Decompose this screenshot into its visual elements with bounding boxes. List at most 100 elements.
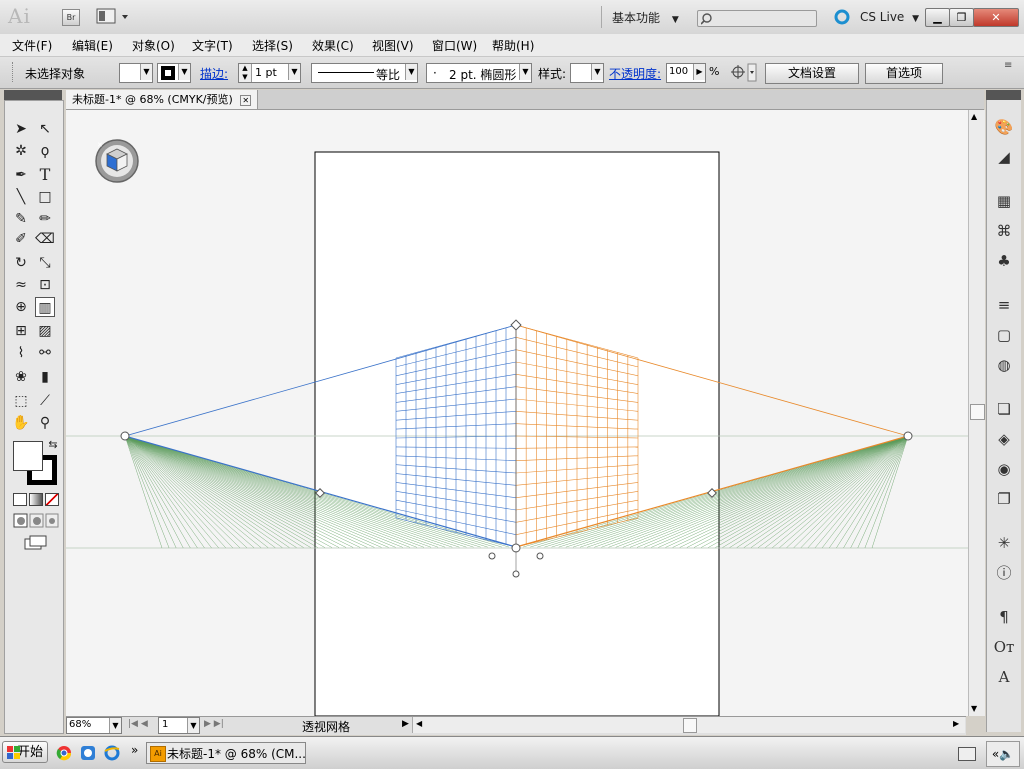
stepper-icon[interactable]: ▲ ▼ (239, 64, 252, 82)
transparency-icon[interactable]: ◍ (993, 354, 1015, 376)
none-mode-button[interactable] (45, 493, 59, 506)
perspective-grid-tool-icon[interactable]: ▥ (35, 297, 55, 317)
media-player-icon[interactable] (80, 745, 96, 761)
graphic-style-swatch[interactable]: ▼ (570, 63, 604, 83)
menu-help[interactable]: 帮助(H) (492, 37, 534, 54)
menu-type[interactable]: 文字(T) (192, 37, 233, 54)
artboard-canvas[interactable]: ✕ (66, 110, 968, 716)
scale-tool-icon[interactable]: ⤡ (35, 253, 55, 273)
pencil-tool-icon[interactable]: ✏ (35, 209, 55, 229)
swap-fill-stroke-icon[interactable]: ⇆ (43, 435, 63, 455)
right-vanishing-point-handle[interactable] (903, 431, 913, 441)
taskbar-window-illustrator[interactable]: Ai 未标题-1* @ 68% (CM... (146, 742, 306, 764)
zoom-tool-icon[interactable]: ⚲ (35, 413, 55, 433)
menu-view[interactable]: 视图(V) (372, 37, 414, 54)
slice-tool-icon[interactable]: ⟋ (35, 391, 55, 411)
gradient-panel-icon[interactable]: ▢ (993, 324, 1015, 346)
plane-switching-widget[interactable]: ✕ (94, 138, 140, 184)
recolor-artwork-button[interactable] (729, 63, 757, 82)
mesh-tool-icon[interactable]: ⊞ (11, 321, 31, 341)
type-tool-icon[interactable]: T (35, 165, 55, 185)
gradient-tool-icon[interactable]: ▨ (35, 321, 55, 341)
scroll-left-icon[interactable]: ◀ (416, 719, 422, 728)
eraser-tool-icon[interactable]: ⌫ (35, 229, 55, 249)
keyboard-tray-icon[interactable] (958, 747, 976, 761)
status-menu-icon[interactable]: ▶ (402, 719, 409, 729)
appearance-icon[interactable]: ❏ (993, 398, 1015, 420)
rotate-tool-icon[interactable]: ↻ (11, 253, 31, 273)
opacity-panel-link[interactable]: 不透明度: (609, 65, 661, 82)
panel-dock-header[interactable] (986, 90, 1021, 100)
artboard-number-input[interactable]: 1 ▼ (158, 717, 200, 734)
scroll-right-icon[interactable]: ▶ (953, 719, 959, 728)
horizontal-grid-plane-control[interactable] (512, 570, 520, 578)
navigator-icon[interactable]: ✳ (993, 532, 1015, 554)
ie-icon[interactable] (104, 745, 120, 761)
bridge-button[interactable]: Br (62, 9, 80, 26)
direct-selection-tool-icon[interactable]: ↖ (35, 119, 55, 139)
artboards-icon[interactable]: ❐ (993, 488, 1015, 510)
paragraph-icon[interactable]: ¶ (993, 606, 1015, 628)
vertical-scrollbar[interactable]: ▲ ▼ (968, 110, 985, 716)
panel-menu-icon[interactable]: ≡ (1004, 60, 1012, 71)
scroll-thumb[interactable] (970, 404, 985, 420)
fill-swatch[interactable]: ▼ (119, 63, 153, 83)
swatches-icon[interactable]: ▦ (993, 190, 1015, 212)
gradient-mode-button[interactable] (29, 493, 43, 506)
paintbrush-tool-icon[interactable]: ✎ (11, 209, 31, 229)
scroll-up-icon[interactable]: ▲ (971, 112, 977, 121)
ground-level-handle[interactable] (511, 543, 521, 553)
symbol-sprayer-tool-icon[interactable]: ❀ (11, 367, 31, 387)
line-tool-icon[interactable]: ╲ (11, 187, 31, 207)
color-mode-button[interactable] (13, 493, 27, 506)
zoom-level-input[interactable]: 68% ▼ (66, 717, 122, 734)
close-tab-icon[interactable]: ✕ (240, 95, 252, 106)
chrome-icon[interactable] (56, 745, 72, 761)
selection-tool-icon[interactable]: ➤ (11, 119, 31, 139)
screen-mode-button[interactable] (23, 535, 49, 551)
start-button[interactable]: 开始 (2, 741, 48, 763)
color-panel-icon[interactable]: 🎨 (993, 116, 1015, 138)
menu-object[interactable]: 对象(O) (132, 37, 175, 54)
graphic-styles-icon[interactable]: ◉ (993, 458, 1015, 480)
arrange-documents-button[interactable] (96, 8, 130, 26)
menu-effect[interactable]: 效果(C) (312, 37, 354, 54)
menu-window[interactable]: 窗口(W) (432, 37, 477, 54)
stroke-swatch[interactable]: ▼ (157, 63, 191, 83)
h-scroll-thumb[interactable] (683, 718, 697, 733)
info-icon[interactable]: ⓘ (993, 562, 1015, 584)
pen-tool-icon[interactable]: ✒ (11, 165, 31, 185)
menu-file[interactable]: 文件(F) (12, 37, 52, 54)
artboard-tool-icon[interactable]: ⬚ (11, 391, 31, 411)
cs-live-menu[interactable]: CS Live ▼ (860, 10, 919, 24)
artboard-nav-next-icons[interactable]: ▶ ▶| (204, 719, 224, 729)
layers-icon[interactable]: ◈ (993, 428, 1015, 450)
variable-width-profile[interactable]: 等比 ▼ (311, 63, 418, 83)
character-icon[interactable]: A (993, 666, 1015, 688)
horizontal-scrollbar[interactable]: ◀ ▶ (412, 717, 965, 733)
stroke-weight-input[interactable]: ▲ ▼ 1 pt ▼ (238, 63, 301, 83)
color-guide-icon[interactable]: ◢ (993, 146, 1015, 168)
document-setup-button[interactable]: 文档设置 (765, 63, 859, 84)
symbols-icon[interactable]: ♣ (993, 250, 1015, 272)
minimize-button[interactable]: ▁ (925, 8, 950, 27)
draw-mode-buttons[interactable] (13, 513, 59, 529)
scroll-down-icon[interactable]: ▼ (971, 704, 977, 713)
stroke-panel-link[interactable]: 描边: (200, 65, 228, 82)
rectangle-tool-icon[interactable]: □ (35, 187, 55, 207)
lasso-tool-icon[interactable]: ϙ (35, 141, 55, 161)
document-tab[interactable]: 未标题-1* @ 68% (CMYK/预览) ✕ (66, 90, 259, 109)
workspace-switcher[interactable]: 基本功能 ▼ (612, 9, 679, 26)
brush-definition[interactable]: · 2 pt. 椭圆形 ▼ (426, 63, 532, 83)
menu-edit[interactable]: 编辑(E) (72, 37, 113, 54)
free-transform-tool-icon[interactable]: ⊡ (35, 275, 55, 295)
restore-button[interactable]: ❐ (949, 8, 974, 27)
stroke-panel-icon[interactable]: ≡ (993, 294, 1015, 316)
artboard-nav-prev-icons[interactable]: |◀ ◀ (128, 719, 148, 729)
preferences-button[interactable]: 首选项 (865, 63, 943, 84)
eyedropper-tool-icon[interactable]: ⌇ (11, 343, 31, 363)
search-input[interactable] (697, 10, 817, 27)
shape-builder-tool-icon[interactable]: ⊕ (11, 297, 31, 317)
opacity-input[interactable]: 100 ▶ (666, 63, 706, 83)
brushes-icon[interactable]: ⌘ (993, 220, 1015, 242)
